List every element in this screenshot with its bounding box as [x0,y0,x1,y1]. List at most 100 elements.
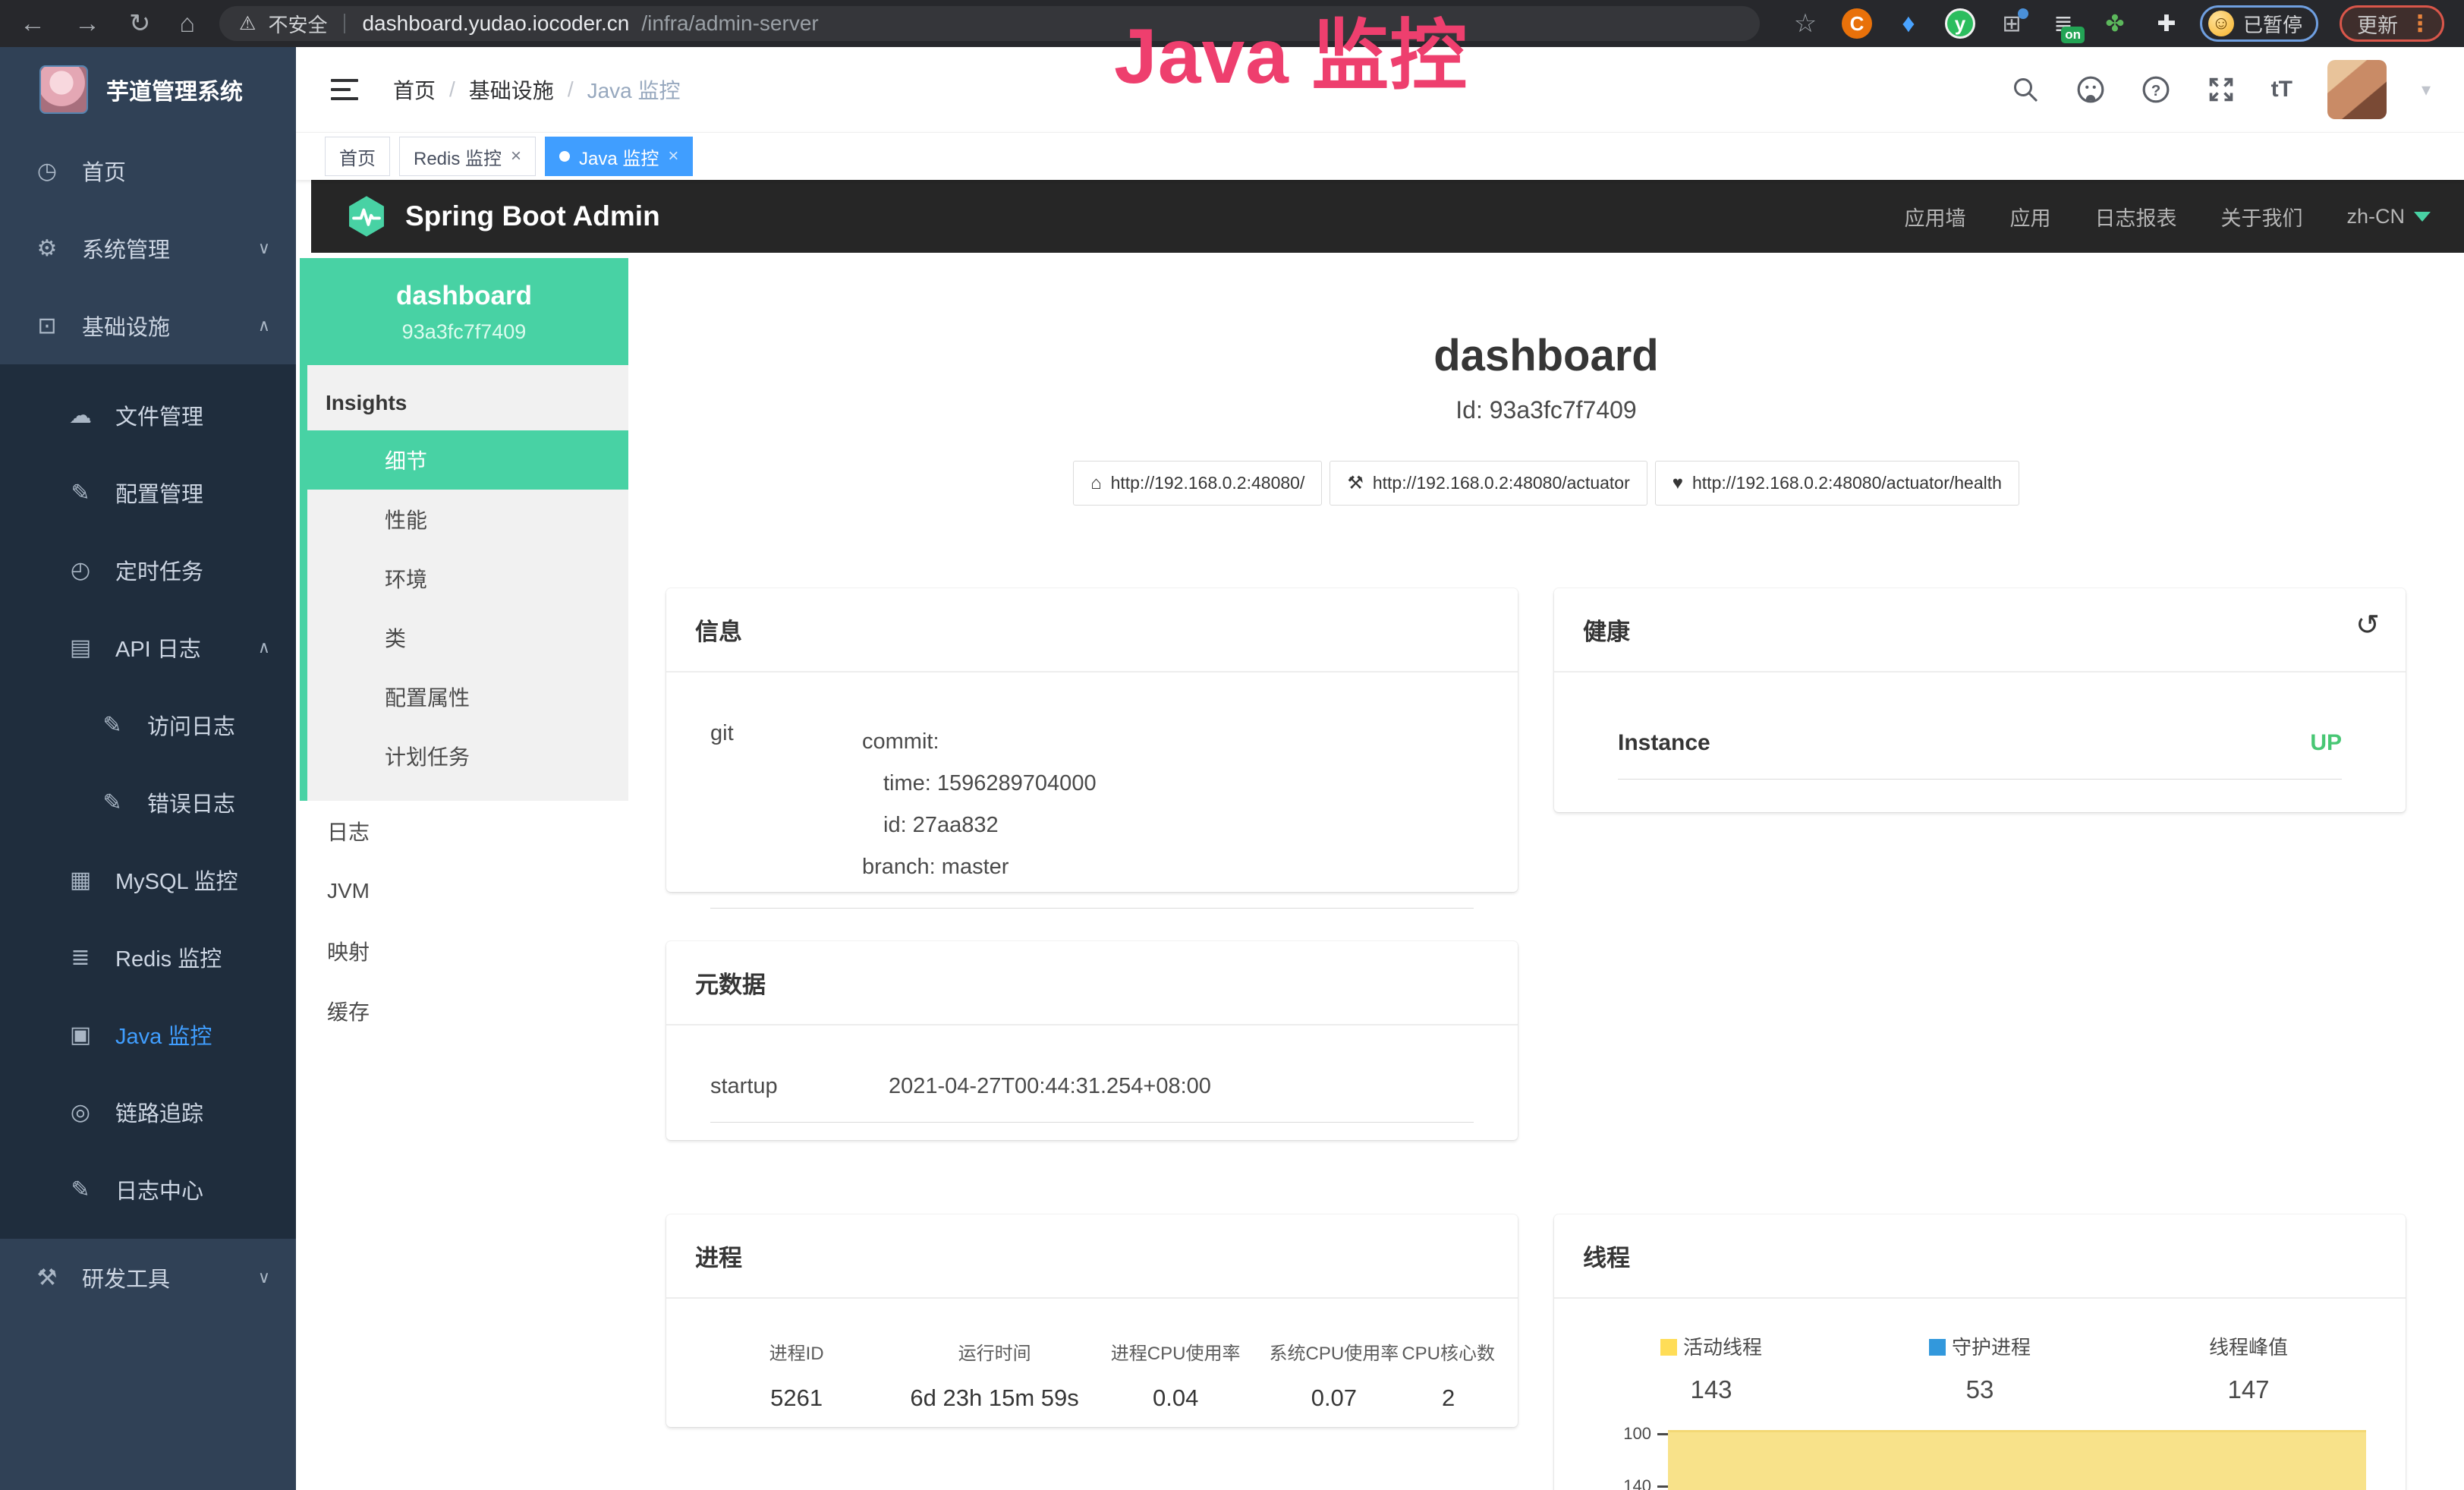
sidebar-item[interactable]: ▦ MySQL 监控 [0,841,296,918]
sba-nav-link[interactable]: 应用墙 [1904,202,1965,232]
sba-menu-item[interactable]: JVM [300,861,628,921]
infrastructure-icon: ⊡ [33,313,61,339]
help-icon[interactable]: ? [2141,74,2171,105]
dashboard-icon: ◷ [33,158,61,184]
info-value-line: branch: master [862,846,1097,888]
forward-icon[interactable]: → [74,11,100,36]
wrench-icon: ⚒ [1347,472,1364,494]
url-host: dashboard.yudao.iocoder.cn [362,11,629,36]
file-cloud-icon: ☁ [67,402,94,429]
sba-menu-item[interactable]: 缓存 [300,981,628,1041]
chevron-icon: ∧ [258,638,270,657]
tags-view-bar: 首页 Redis 监控 × Java 监控 × [296,132,2464,180]
process-column-header: 进程ID [689,1338,904,1365]
sidebar-item[interactable]: ☁ 文件管理 [0,364,296,454]
sba-nav-link[interactable]: 应用 [2009,202,2050,232]
access-log-icon: ✎ [99,712,126,739]
home-icon: ⌂ [1090,473,1102,494]
user-caret-icon[interactable]: ▾ [2422,79,2431,101]
legend-item: 守护进程 53 [1846,1332,2114,1404]
sba-menu-item[interactable]: 日志 [300,801,628,861]
reload-icon[interactable]: ↻ [129,11,151,36]
insights-label: Insights [307,365,628,430]
sba-nav-link[interactable]: 日志报表 [2094,202,2176,232]
sidebar-item[interactable]: ◴ 定时任务 [0,531,296,609]
process-column-header: 进程CPU使用率 [1085,1338,1267,1365]
info-card-title: 信息 [666,588,1518,673]
sidebar-item[interactable]: ⊡ 基础设施 ∧ [0,287,296,364]
log-center-icon: ✎ [67,1177,94,1203]
close-tab-icon[interactable]: × [511,147,521,165]
sidebar-item[interactable]: ≣ Redis 监控 [0,918,296,996]
font-size-icon[interactable]: tT [2271,77,2292,102]
github-icon[interactable] [2075,74,2106,105]
fullscreen-icon[interactable] [2206,74,2236,105]
search-icon[interactable] [2010,74,2041,105]
sba-menu-item[interactable]: 性能 [307,490,628,549]
browser-home-icon[interactable]: ⌂ [180,11,196,36]
sidebar-item[interactable]: ✎ 配置管理 [0,454,296,531]
sba-menu-item[interactable]: 映射 [300,921,628,981]
java-monitor-icon: ▣ [67,1022,94,1048]
sba-menu-item[interactable]: 类 [307,608,628,667]
svg-text:?: ? [2151,82,2160,99]
security-label[interactable]: 不安全 [268,10,327,38]
sidebar-item[interactable]: ◷ 首页 [0,132,296,209]
instance-url-button[interactable]: ⌂ http://192.168.0.2:48080/ [1073,461,1322,506]
view-tab[interactable]: 首页 [325,137,390,176]
process-column-value: 5261 [689,1384,904,1412]
recording-paused-pill[interactable]: ☺ 已暂停 [2200,5,2318,42]
user-avatar[interactable] [2327,60,2387,119]
trace-eye-icon: ◎ [67,1099,94,1126]
chart-area-plot [1668,1430,2366,1490]
header-actions: ? tT ▾ [2010,60,2431,119]
process-column: CPU核心数 2 [1402,1338,1495,1412]
y-axis-tick: 140 [1623,1476,1668,1490]
sidebar-item[interactable]: ✎ 日志中心 [0,1151,296,1239]
metadata-row: startup 2021-04-27T00:44:31.254+08:00 [710,1074,1474,1123]
sba-nav-link[interactable]: 关于我们 [2220,202,2302,232]
legend-item: 活动线程 143 [1577,1332,1846,1404]
sidebar-item[interactable]: ▤ API 日志 ∧ [0,609,296,686]
instance-url-button[interactable]: ⚒ http://192.168.0.2:48080/actuator [1330,461,1647,506]
threads-legend: 活动线程 143 守护进程 53 线程峰值 147 [1577,1332,2383,1404]
app-logo-row[interactable]: 芋道管理系统 [0,47,296,132]
sba-menu-item[interactable]: 配置属性 [307,667,628,726]
back-icon[interactable]: ← [20,11,46,36]
breadcrumb-separator: / [568,77,574,102]
history-icon[interactable]: ↺ [2355,608,2380,642]
instance-url-button[interactable]: ♥ http://192.168.0.2:48080/actuator/heal… [1655,461,2019,506]
sidebar-item[interactable]: ⚒ 研发工具 ∨ [0,1239,296,1316]
breadcrumb-link[interactable]: 首页 [393,74,436,105]
sidebar-item[interactable]: ◎ 链路追踪 [0,1073,296,1151]
sidebar-item[interactable]: ▣ Java 监控 [0,996,296,1073]
view-tab[interactable]: Java 监控 × [545,137,693,176]
kebab-menu-icon[interactable]: ⋮ [2409,11,2431,37]
extension-badge: on [2061,27,2085,43]
sba-menu-item[interactable]: 环境 [307,549,628,608]
locale-selector[interactable]: zh-CN [2346,205,2431,228]
chrome-update-button[interactable]: 更新 ⋮ [2340,5,2444,42]
close-tab-icon[interactable]: × [668,147,678,165]
paused-label: 已暂停 [2243,10,2302,38]
sba-menu-item[interactable]: 细节 [300,430,628,490]
sba-hexagon-logo [345,194,389,238]
instance-name: dashboard [307,281,621,311]
sidebar-item[interactable]: ⚙ 系统管理 ∨ [0,209,296,287]
heartbeat-icon: ♥ [1673,473,1683,494]
instance-header[interactable]: dashboard 93a3fc7f7409 [300,258,628,365]
sba-brand[interactable]: Spring Boot Admin [345,194,660,238]
view-tab[interactable]: Redis 监控 × [399,137,536,176]
sidebar-item[interactable]: ✎ 访问日志 [0,686,296,764]
info-value-line: time: 1596289704000 [862,763,1097,805]
threads-chart: 140120100 [1577,1424,2383,1490]
collapse-sidebar-icon[interactable] [331,77,361,102]
address-bar[interactable]: ⚠ 不安全 dashboard.yudao.iocoder.cn/infra/a… [219,6,1760,41]
sidebar-item[interactable]: ✎ 错误日志 [0,764,296,841]
info-card: 信息 git commit:time: 1596289704000id: 27a… [666,588,1518,892]
breadcrumb-link[interactable]: 基础设施 [469,74,554,105]
breadcrumb-link[interactable]: Java 监控 [587,74,681,105]
emoji-extension-icon: ☺ [2208,11,2234,36]
sba-menu-item[interactable]: 计划任务 [307,726,628,786]
redis-monitor-icon: ≣ [67,944,94,971]
